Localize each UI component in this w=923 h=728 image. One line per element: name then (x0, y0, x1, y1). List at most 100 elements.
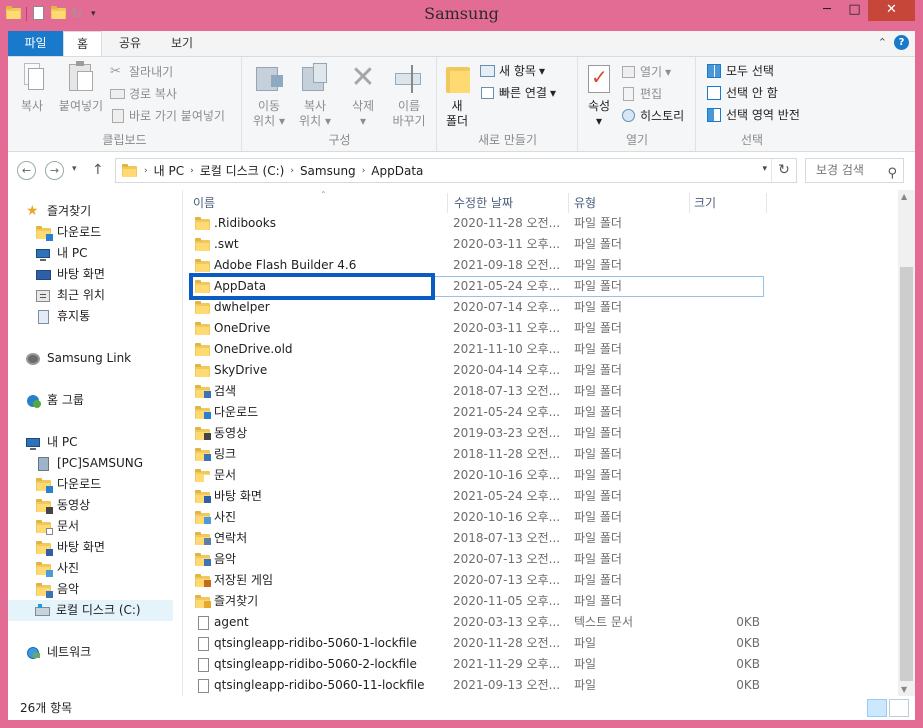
file-name: 저장된 게임 (214, 573, 274, 587)
nav-this-pc[interactable]: 내 PC (26, 432, 77, 453)
column-divider[interactable] (689, 193, 690, 213)
move-to-icon (253, 61, 285, 95)
file-row[interactable]: 저장된 게임 2020-07-13 오후... 파일 폴더 (184, 570, 904, 591)
nav-pc-music[interactable]: 음악 (36, 579, 79, 600)
copy-button[interactable]: 복사 (14, 61, 50, 114)
tab-home[interactable]: 홈 (63, 31, 102, 57)
tab-file[interactable]: 파일 (8, 31, 63, 56)
nav-network[interactable]: 네트워크 (26, 642, 91, 663)
file-row[interactable]: 바탕 화면 2021-05-24 오후... 파일 폴더 (184, 486, 904, 507)
nav-recycle-bin[interactable]: 휴지통 (36, 306, 90, 327)
nav-pc-videos[interactable]: 동영상 (36, 495, 90, 516)
close-button[interactable]: ✕ (868, 0, 915, 21)
copy-path-button[interactable]: 경로 복사 (110, 84, 177, 104)
nav-favorites[interactable]: ★ 즐겨찾기 (26, 201, 91, 222)
paste-button[interactable]: 붙여넣기 (54, 61, 108, 114)
file-row[interactable]: dwhelper 2020-07-14 오후... 파일 폴더 (184, 297, 904, 318)
refresh-icon[interactable]: ↻ (771, 159, 796, 182)
file-row[interactable]: SkyDrive 2020-04-14 오후... 파일 폴더 (184, 360, 904, 381)
column-header-name[interactable]: 이름 (193, 193, 443, 213)
easy-access-button[interactable]: 빠른 연결 ▾ (480, 83, 556, 103)
column-header-size[interactable]: 크기 (694, 193, 764, 213)
search-icon[interactable]: ⚲ (887, 162, 897, 185)
copy-to-button[interactable]: 복사 위치 ▾ (293, 61, 337, 129)
scroll-up-icon[interactable]: ▲ (901, 192, 907, 201)
new-item-button[interactable]: 새 항목 ▾ (480, 61, 545, 81)
file-row[interactable]: 링크 2018-11-28 오전... 파일 폴더 (184, 444, 904, 465)
new-folder-button[interactable]: 새 폴더 (442, 61, 472, 129)
column-divider[interactable] (766, 193, 767, 213)
address-bar[interactable]: › 내 PC › 로컬 디스크 (C:) › Samsung › AppData… (115, 158, 797, 183)
file-row[interactable]: 연락처 2018-07-13 오전... 파일 폴더 (184, 528, 904, 549)
breadcrumb-local-disk[interactable]: 로컬 디스크 (C:) (194, 162, 291, 179)
maximize-button[interactable]: □ (841, 0, 868, 21)
edit-button[interactable]: 편집 (621, 84, 662, 104)
address-dropdown-icon[interactable]: ▾ (762, 164, 767, 174)
nav-this-pc-fav[interactable]: 내 PC (36, 243, 87, 264)
cut-button[interactable]: ✂ 잘라내기 (110, 62, 173, 82)
nav-pc-documents[interactable]: 문서 (36, 516, 79, 537)
help-icon[interactable]: ? (894, 35, 909, 50)
nav-downloads[interactable]: 다운로드 (36, 222, 101, 243)
nav-desktop[interactable]: 바탕 화면 (36, 264, 105, 285)
history-button[interactable]: 히스토리 (621, 106, 684, 126)
column-header-date[interactable]: 수정한 날짜 (454, 193, 564, 213)
file-row[interactable]: 문서 2020-10-16 오후... 파일 폴더 (184, 465, 904, 486)
nav-pc-pictures[interactable]: 사진 (36, 558, 79, 579)
file-row[interactable]: 즐겨찾기 2020-11-05 오후... 파일 폴더 (184, 591, 904, 612)
file-row[interactable]: 동영상 2019-03-23 오전... 파일 폴더 (184, 423, 904, 444)
file-row[interactable]: .Ridibooks 2020-11-28 오전... 파일 폴더 (184, 213, 904, 234)
nav-local-disk[interactable]: 로컬 디스크 (C:) (8, 600, 173, 621)
file-row[interactable]: qtsingleapp-ridibo-5060-11-lockfile 2021-… (184, 675, 904, 696)
search-box[interactable]: 보경 검색 ⚲ (805, 158, 904, 183)
delete-button[interactable]: ✕ 삭제 ▾ (343, 61, 383, 129)
file-row[interactable]: qtsingleapp-ridibo-5060-1-lockfile 2020-1… (184, 633, 904, 654)
file-row[interactable]: OneDrive.old 2021-11-10 오후... 파일 폴더 (184, 339, 904, 360)
rename-button[interactable]: 이름 바꾸기 (387, 61, 431, 129)
select-all-button[interactable]: 모두 선택 (707, 61, 774, 81)
forward-button[interactable]: → (45, 161, 64, 180)
move-to-button[interactable]: 이동 위치 ▾ (247, 61, 291, 129)
tab-share[interactable]: 공유 (110, 31, 150, 56)
properties-button[interactable]: ✓ 속성 ▾ (581, 61, 617, 129)
file-row[interactable]: 음악 2020-07-13 오전... 파일 폴더 (184, 549, 904, 570)
select-none-button[interactable]: 선택 안 함 (707, 83, 778, 103)
nav-recent-places[interactable]: 최근 위치 (36, 285, 105, 306)
paste-shortcut-button[interactable]: 바로 가기 붙여넣기 (110, 106, 225, 126)
column-header-type[interactable]: 유형 (574, 193, 674, 213)
nav-samsung-link[interactable]: Samsung Link (26, 348, 131, 369)
invert-selection-button[interactable]: 선택 영역 반전 (707, 105, 800, 125)
details-view-icon[interactable] (867, 699, 887, 717)
back-button[interactable]: ← (17, 161, 36, 180)
breadcrumb-this-pc[interactable]: 내 PC (148, 162, 190, 179)
up-arrow-icon[interactable]: ↑ (92, 162, 104, 178)
downloads-folder-icon (36, 225, 53, 241)
scrollbar-thumb[interactable] (900, 267, 913, 681)
nav-pc-desktop[interactable]: 바탕 화면 (36, 537, 105, 558)
nav-homegroup[interactable]: 홈 그룹 (26, 390, 84, 411)
file-row[interactable]: AppData 2021-05-24 오후... 파일 폴더 (184, 273, 904, 300)
open-button[interactable]: 열기 ▾ (621, 62, 671, 82)
file-row[interactable]: 검색 2018-07-13 오전... 파일 폴더 (184, 381, 904, 402)
nav-pc-samsung[interactable]: [PC]SAMSUNG (36, 453, 143, 474)
breadcrumb-samsung[interactable]: Samsung (294, 164, 362, 178)
vertical-scrollbar[interactable]: ▲ ▼ (898, 190, 915, 696)
rename-label-1: 이름 (397, 99, 421, 113)
minimize-button[interactable]: ─ (813, 0, 841, 21)
file-date: 2020-07-13 오전... (453, 552, 561, 566)
file-row[interactable]: .swt 2020-03-11 오후... 파일 폴더 (184, 234, 904, 255)
tab-view[interactable]: 보기 (160, 31, 204, 56)
breadcrumb-appdata[interactable]: AppData (365, 164, 429, 178)
recent-locations-dropdown-icon[interactable]: ▾ (72, 164, 77, 174)
file-row[interactable]: OneDrive 2020-03-11 오후... 파일 폴더 (184, 318, 904, 339)
scroll-down-icon[interactable]: ▼ (901, 685, 907, 694)
file-row[interactable]: agent 2020-03-13 오후... 텍스트 문서 0KB (184, 612, 904, 633)
file-row[interactable]: 다운로드 2021-05-24 오후... 파일 폴더 (184, 402, 904, 423)
column-divider[interactable] (447, 193, 448, 213)
large-icons-view-icon[interactable] (889, 699, 909, 717)
collapse-ribbon-icon[interactable]: ⌃ (878, 36, 887, 49)
file-row[interactable]: qtsingleapp-ridibo-5060-2-lockfile 2021-1… (184, 654, 904, 675)
file-row[interactable]: 사진 2020-10-16 오후... 파일 폴더 (184, 507, 904, 528)
column-divider[interactable] (568, 193, 569, 213)
nav-pc-downloads[interactable]: 다운로드 (36, 474, 101, 495)
